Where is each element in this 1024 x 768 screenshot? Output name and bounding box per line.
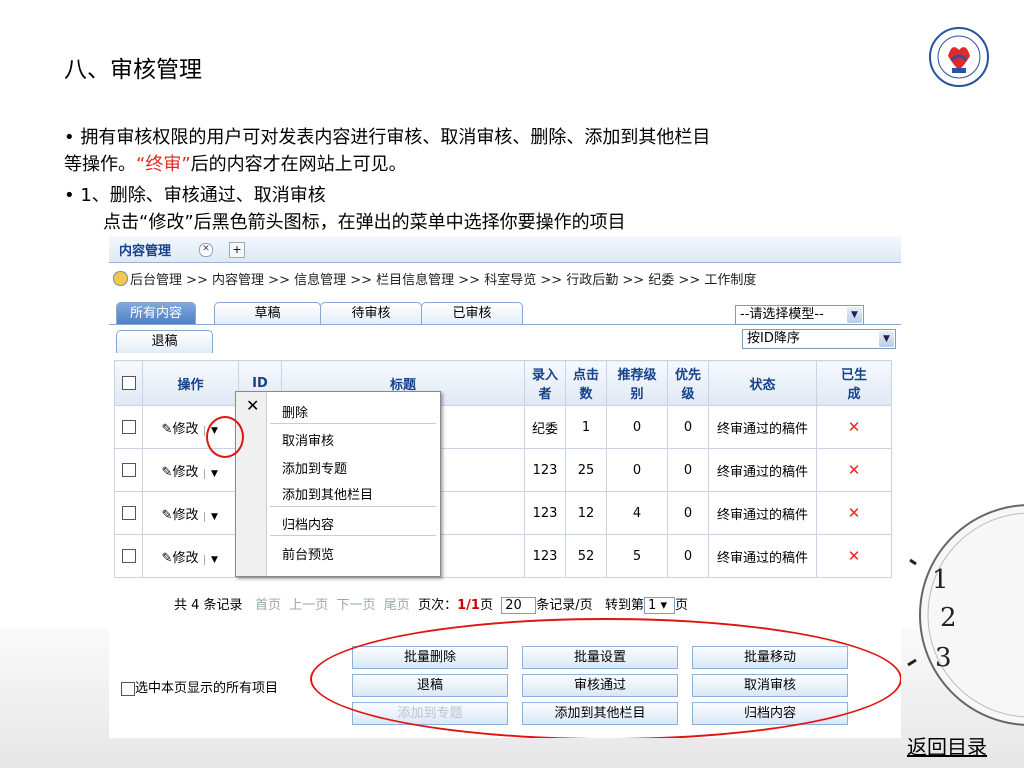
row-checkbox[interactable] [121,463,136,477]
svg-text:3: 3 [935,643,952,673]
edit-button[interactable]: ✎修改 [162,504,199,523]
clock-decoration-icon: 1 2 3 [907,504,1024,726]
panel-tab-title[interactable]: 内容管理 [119,240,171,259]
cms-screenshot: 内容管理 ✕ + 后台管理 >> 内容管理 >> 信息管理 >> 栏目信息管理 … [109,236,901,738]
record-count: 共 4 条记录 [174,598,243,613]
not-generated-icon: ✕ [847,418,861,436]
not-generated-icon: ✕ [847,547,861,565]
tab-rejected[interactable]: 退稿 [116,330,213,353]
slide-title: 八、审核管理 [64,57,202,83]
home-icon[interactable] [113,271,128,286]
back-to-contents-link[interactable]: 返回目录 [907,731,987,760]
chevron-down-icon: ▼ [847,307,862,323]
col-gen: 已生成 [816,360,892,406]
col-clicks: 点击数 [565,360,607,406]
dropdown-arrow-icon[interactable]: ▼ [204,511,219,522]
col-op: 操作 [142,360,239,406]
edit-button[interactable]: ✎修改 [162,418,199,437]
menu-separator [270,506,436,507]
goto-page-select[interactable]: 1 ▾ [644,597,676,614]
highlight-circle-dropdown [206,416,244,458]
panel-tab-bar: 内容管理 ✕ + [109,236,901,263]
menu-item-add-to-column[interactable]: 添加到其他栏目 [282,484,373,503]
dropdown-arrow-icon[interactable]: ▼ [204,468,219,479]
hospital-logo-icon [929,27,989,87]
table-row: ✎修改 ▼ 123 12 4 0 终审通过的稿件 ✕ [114,491,892,535]
col-author: 录入者 [524,360,566,406]
table-header: 操作 ID 标题 录入者 点击数 推荐级别 优先级 状态 已生成 [114,360,892,406]
prev-page-link[interactable]: 上一页 [289,598,328,613]
menu-item-archive[interactable]: 归档内容 [282,514,334,533]
first-page-link[interactable]: 首页 [255,598,281,613]
tab-pending[interactable]: 待审核 [320,302,422,325]
last-page-link[interactable]: 尾页 [384,598,410,613]
chevron-down-icon: ▼ [879,331,894,347]
per-page-input[interactable]: 20 [501,597,537,614]
bullet-1: • 拥有审核权限的用户可对发表内容进行审核、取消审核、删除、添加到其他栏目 [64,127,711,148]
svg-text:2: 2 [940,603,957,633]
pager: 共 4 条记录 首页 上一页 下一页 尾页 页次：1/1页 20 条记录/页 转到… [174,597,689,614]
highlight-ellipse-buttons [310,618,901,738]
model-select[interactable]: --请选择模型-- ▼ [735,305,864,325]
not-generated-icon: ✕ [847,504,861,522]
select-all-checkbox[interactable] [121,376,136,390]
menu-gutter [236,392,267,576]
menu-item-add-to-topic[interactable]: 添加到专题 [282,458,347,477]
final-review-highlight: “终审” [136,154,191,175]
breadcrumb: 后台管理 >> 内容管理 >> 信息管理 >> 栏目信息管理 >> 科室导览 >… [113,269,756,288]
edit-button[interactable]: ✎修改 [162,461,199,480]
instruction-line: 点击“修改”后黑色箭头图标，在弹出的菜单中选择你要操作的项目 [103,212,626,233]
edit-button[interactable]: ✎修改 [162,547,199,566]
select-page-checkbox[interactable] [121,681,135,696]
menu-separator [270,423,436,424]
close-icon[interactable]: ✕ [246,396,259,415]
col-pri: 优先级 [667,360,709,406]
next-page-link[interactable]: 下一页 [337,598,376,613]
row-checkbox[interactable] [121,420,136,434]
menu-item-preview[interactable]: 前台预览 [282,544,334,563]
new-tab-icon[interactable]: + [229,242,245,258]
select-page-items[interactable]: 选中本页显示的所有项目 [121,677,278,696]
row-checkbox[interactable] [121,549,136,563]
col-status: 状态 [708,360,817,406]
col-rec: 推荐级别 [606,360,668,406]
row-action-menu: ✕ 删除 取消审核 添加到专题 添加到其他栏目 归档内容 前台预览 [235,391,441,577]
dropdown-arrow-icon[interactable]: ▼ [204,554,219,565]
table-row: ✎修改 ▼ 123 52 5 0 终审通过的稿件 ✕ [114,534,892,578]
sort-select[interactable]: 按ID降序 ▼ [742,329,896,349]
menu-separator [270,535,436,536]
tab-draft[interactable]: 草稿 [214,302,321,325]
select-all-checkbox-cell [114,360,143,406]
tab-all[interactable]: 所有内容 [116,302,196,325]
not-generated-icon: ✕ [847,461,861,479]
menu-item-cancel-review[interactable]: 取消审核 [282,430,334,449]
tab-reviewed[interactable]: 已审核 [421,302,523,325]
bullet-2: • 1、删除、审核通过、取消审核 [64,185,326,206]
menu-item-delete[interactable]: 删除 [282,402,308,421]
page-indicator: 1/1 [457,598,480,613]
content-table: 操作 ID 标题 录入者 点击数 推荐级别 优先级 状态 已生成 ✎修改▼ 职责… [114,360,892,578]
svg-text:1: 1 [932,565,949,595]
bullet-1-cont: 等操作。“终审”后的内容才在网站上可见。 [64,154,407,175]
close-tab-icon[interactable]: ✕ [199,243,213,257]
row-checkbox[interactable] [121,506,136,520]
